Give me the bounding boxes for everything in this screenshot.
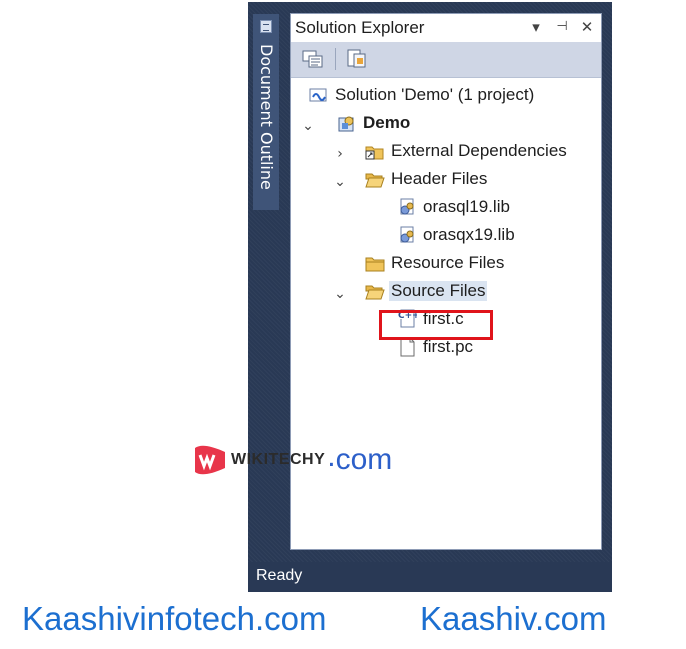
tree-item-resource-files[interactable]: Resource Files (365, 250, 504, 276)
status-text: Ready (256, 567, 303, 584)
visual-studio-frame: Document Outline Solution Explorer ▾ ⊣ ✕ (248, 2, 612, 592)
tree-item-label: orasql19.lib (423, 197, 510, 216)
lib-file-icon (397, 197, 417, 217)
solution-explorer-toolbar (291, 42, 601, 78)
blank-file-icon (397, 337, 417, 357)
properties-icon (347, 49, 366, 68)
chevron-down-icon[interactable]: ⌄ (301, 119, 315, 133)
show-all-files-button[interactable] (301, 48, 325, 70)
tree-item-orasql19-lib[interactable]: orasql19.lib (397, 194, 510, 220)
folder-icon (365, 253, 385, 273)
watermark-brand: WIKITECHY (231, 451, 326, 468)
tree-item-orasqx19-lib[interactable]: orasqx19.lib (397, 222, 515, 248)
document-outline-tab[interactable]: Document Outline (253, 14, 279, 210)
dropdown-icon[interactable]: ▾ (527, 18, 545, 36)
tree-item-label: orasqx19.lib (423, 225, 515, 244)
solution-icon (309, 85, 329, 105)
status-bar: Ready (248, 562, 612, 592)
document-outline-icon (260, 20, 272, 33)
tree-item-label: Resource Files (391, 253, 505, 272)
tree-item-source-files[interactable]: Source Files (365, 278, 488, 304)
chevron-right-icon[interactable]: › (333, 147, 347, 161)
watermark-com: com (335, 443, 393, 476)
solution-explorer-title: Solution Explorer (295, 18, 425, 37)
pin-icon[interactable]: ⊣ (553, 18, 571, 36)
tree-item-label: Header Files (391, 169, 488, 188)
chevron-down-icon[interactable]: ⌄ (333, 287, 347, 301)
document-outline-label: Document Outline (257, 44, 276, 190)
tree-item-label: Solution 'Demo' (1 project) (335, 85, 535, 104)
open-folder-icon (365, 169, 385, 189)
project-icon (337, 113, 357, 133)
wikitechy-watermark: WIKITECHY . com (193, 440, 392, 480)
tree-item-header-files[interactable]: Header Files (365, 166, 487, 192)
first-c-highlight-box (379, 310, 493, 340)
close-icon[interactable]: ✕ (578, 18, 596, 36)
open-folder-icon (365, 281, 385, 301)
chevron-down-icon[interactable]: ⌄ (333, 175, 347, 189)
kaashiv-link[interactable]: Kaashiv.com (420, 600, 606, 638)
tree-item-external-dependencies[interactable]: External Dependencies (365, 138, 567, 164)
watermark-dot: . (327, 440, 336, 473)
tree-item-label: External Dependencies (391, 141, 567, 160)
tree-item-solution[interactable]: Solution 'Demo' (1 project) (309, 82, 534, 108)
toolbar-separator (335, 48, 336, 70)
lib-file-icon (397, 225, 417, 245)
kaashivinfotech-link[interactable]: Kaashivinfotech.com (22, 600, 327, 638)
tree-item-label: first.pc (423, 337, 474, 356)
tree-item-demo[interactable]: Demo (337, 110, 410, 136)
solution-explorer-titlebar: Solution Explorer ▾ ⊣ ✕ (291, 14, 601, 42)
external-deps-folder-icon (365, 141, 385, 161)
properties-button[interactable] (345, 48, 369, 70)
tree-item-label: Source Files (389, 281, 488, 301)
show-all-files-icon (302, 50, 323, 68)
wikitechy-logo-icon (193, 442, 227, 478)
tree-item-label: Demo (363, 113, 411, 132)
